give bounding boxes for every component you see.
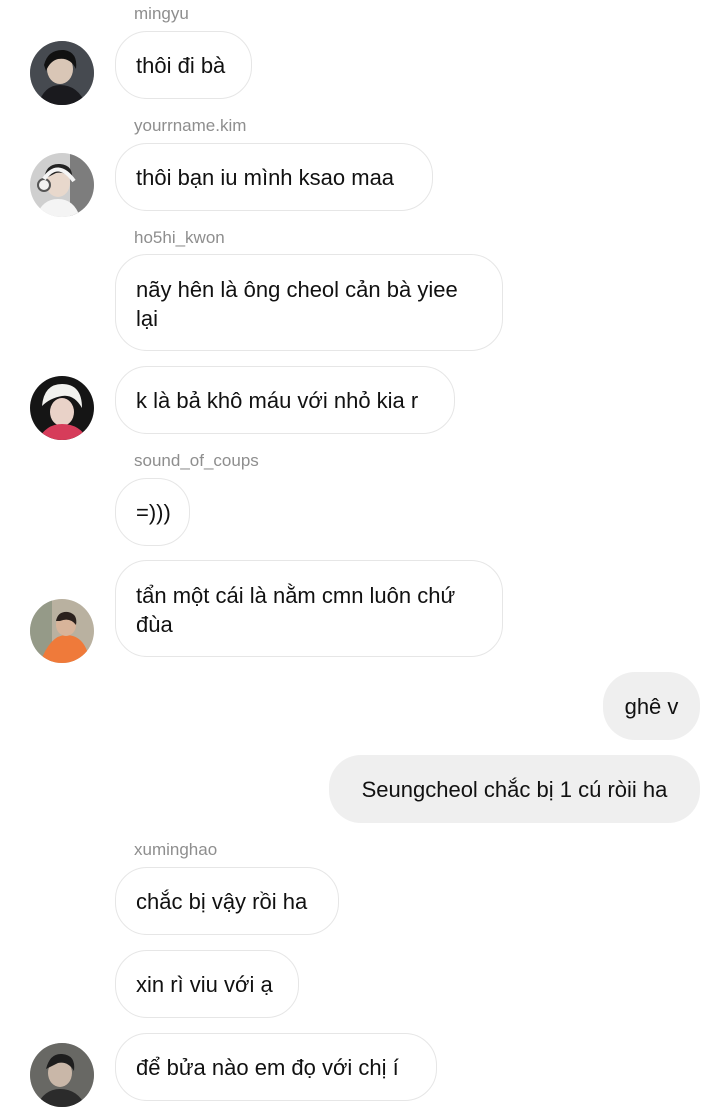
- avatar-photo-icon: [30, 1043, 94, 1107]
- message-text: tẩn một cái là nằm cmn luôn chứ đùa: [136, 583, 456, 637]
- message-text: nãy hên là ông cheol cản bà yiee lại: [136, 277, 458, 331]
- avatar[interactable]: [30, 153, 94, 217]
- message-text: thôi đi bà: [136, 52, 226, 78]
- sender-username[interactable]: mingyu: [134, 4, 189, 24]
- message-text: chắc bị vậy rồi ha: [136, 888, 308, 914]
- avatar[interactable]: [30, 41, 94, 105]
- message-text: =))): [136, 499, 171, 525]
- message-bubble[interactable]: tẩn một cái là nằm cmn luôn chứ đùa: [115, 560, 503, 657]
- avatar[interactable]: [30, 376, 94, 440]
- message-bubble[interactable]: xin rì viu với ạ: [115, 950, 299, 1018]
- message-bubble-sent[interactable]: ghê v: [603, 672, 700, 740]
- avatar-photo-icon: [30, 153, 94, 217]
- message-bubble[interactable]: k là bả khô máu với nhỏ kia r: [115, 366, 455, 434]
- sender-username[interactable]: sound_of_coups: [134, 451, 259, 471]
- message-text: thôi bạn iu mình ksao maa: [136, 164, 395, 190]
- sender-username[interactable]: xuminghao: [134, 840, 217, 860]
- avatar-photo-icon: [30, 41, 94, 105]
- message-text: ghê v: [624, 693, 679, 719]
- message-bubble[interactable]: nãy hên là ông cheol cản bà yiee lại: [115, 254, 503, 351]
- avatar[interactable]: [30, 1043, 94, 1107]
- message-bubble[interactable]: để bửa nào em đọ với chị í: [115, 1033, 437, 1101]
- message-text: để bửa nào em đọ với chị í: [136, 1054, 399, 1080]
- avatar-photo-icon: [30, 599, 94, 663]
- sender-username[interactable]: ho5hi_kwon: [134, 228, 225, 248]
- avatar-photo-icon: [30, 376, 94, 440]
- message-bubble[interactable]: =))): [115, 478, 190, 546]
- message-bubble-sent[interactable]: Seungcheol chắc bị 1 cú ròii ha: [329, 755, 700, 823]
- sender-username[interactable]: yourrname.kim: [134, 116, 246, 136]
- message-text: Seungcheol chắc bị 1 cú ròii ha: [361, 776, 668, 802]
- avatar[interactable]: [30, 599, 94, 663]
- message-text: k là bả khô máu với nhỏ kia r: [136, 387, 419, 413]
- message-bubble[interactable]: chắc bị vậy rồi ha: [115, 867, 339, 935]
- message-bubble[interactable]: thôi bạn iu mình ksao maa: [115, 143, 433, 211]
- message-bubble[interactable]: thôi đi bà: [115, 31, 252, 99]
- message-text: xin rì viu với ạ: [136, 971, 273, 997]
